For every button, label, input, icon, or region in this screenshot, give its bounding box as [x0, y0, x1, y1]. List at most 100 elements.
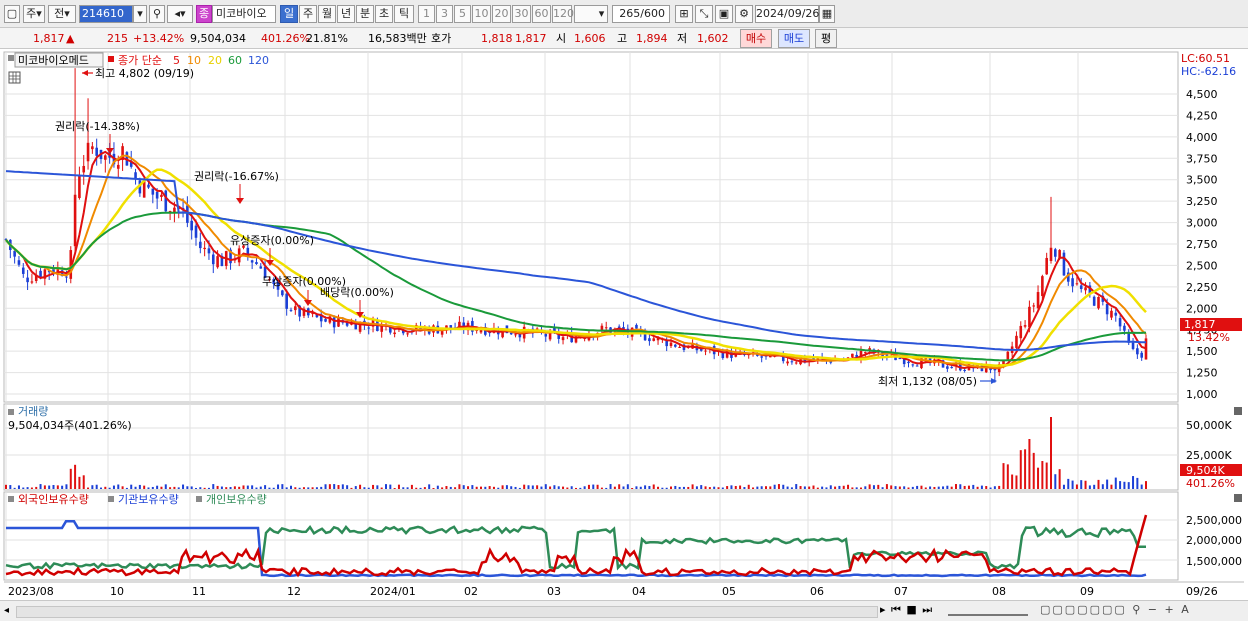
window-icon[interactable]: ▢ [4, 5, 20, 23]
panel-close-icon[interactable] [1234, 407, 1242, 415]
volume-title: 거래량 [18, 405, 48, 418]
volume-bar [212, 484, 215, 489]
avg-button[interactable]: 평 [815, 29, 837, 48]
high-label: 고 [617, 32, 628, 45]
volume-bar [1084, 480, 1087, 489]
volume-bar [980, 485, 983, 489]
prev-select[interactable]: 전▾ [48, 5, 76, 23]
period-year[interactable]: 년 [337, 5, 355, 23]
playback-controls[interactable]: ▸ ⏮ ■ ⏭ [880, 603, 940, 619]
gear-icon[interactable]: ⚙ [735, 5, 753, 23]
volume-bar [739, 485, 742, 489]
volume-bar [644, 485, 647, 489]
volume-bar [281, 484, 284, 489]
volume-bar [799, 486, 802, 489]
volume-bar [631, 487, 634, 489]
volume-bar [773, 484, 776, 489]
period-week[interactable]: 주 [299, 5, 317, 23]
stock-code-input[interactable]: 214610 [79, 5, 133, 23]
panel-menu-icon[interactable] [8, 496, 14, 502]
candle-body [1071, 278, 1074, 287]
volume-bar [838, 485, 841, 489]
interval-20[interactable]: 20 [492, 5, 511, 23]
volume-bar [1123, 481, 1126, 489]
holdings-tick-2000000: 2,000,000 [1186, 534, 1242, 547]
volume-bar [259, 486, 262, 489]
zoom-slider[interactable] [948, 606, 1028, 616]
candle-body [73, 194, 77, 247]
period-month[interactable]: 월 [318, 5, 336, 23]
candle-body [186, 205, 189, 223]
save-icon[interactable]: ▣ [715, 5, 733, 23]
period-minute[interactable]: 분 [356, 5, 374, 23]
volume-bar [492, 486, 495, 489]
period-second[interactable]: 초 [375, 5, 393, 23]
market-select[interactable]: 주▾ [23, 5, 45, 23]
volume-bar [777, 484, 780, 489]
volume-bar [661, 487, 664, 489]
candle-body [915, 365, 919, 367]
price-tick: 1,500 [1186, 345, 1218, 358]
candle-type-icon[interactable]: ⊞ [675, 5, 693, 23]
interval-30[interactable]: 30 [512, 5, 531, 23]
date-tick: 10 [110, 585, 124, 598]
calendar-icon[interactable]: ▦ [819, 5, 835, 23]
price-tick: 3,000 [1186, 217, 1218, 230]
candle-body [199, 241, 202, 249]
code-dropdown-icon[interactable]: ▾ [133, 5, 147, 23]
date-axis-end: 09/26 [1186, 585, 1218, 598]
sound-icon[interactable]: ◂▾ [167, 5, 193, 23]
volume-bar [717, 487, 720, 489]
candle-body [82, 165, 86, 173]
interval-120[interactable]: 120 [552, 5, 574, 23]
volume-bar [441, 487, 444, 489]
volume-bar [1002, 463, 1005, 489]
price-tick: 4,500 [1186, 88, 1218, 101]
volume-bar [687, 486, 690, 489]
interval-60[interactable]: 60 [532, 5, 551, 23]
volume-bar [726, 486, 729, 489]
sell-button[interactable]: 매도 [778, 29, 810, 48]
candle-body [911, 364, 915, 366]
period-day[interactable]: 일 [280, 5, 298, 23]
open-price: 1,606 [574, 32, 606, 45]
stock-label: 미코바이오메드 [18, 54, 89, 67]
volume-bar [151, 486, 154, 489]
volume-bar [557, 486, 560, 489]
panel-close-icon[interactable] [1234, 494, 1242, 502]
volume-bar [1097, 479, 1100, 489]
volume-bar [246, 485, 249, 489]
panel-menu-icon[interactable] [8, 55, 14, 61]
interval-5[interactable]: 5 [454, 5, 471, 23]
trade-amount: 16,583백만 [368, 32, 427, 45]
table-icon[interactable] [8, 71, 21, 84]
candle-body [211, 254, 215, 265]
buy-button[interactable]: 매수 [740, 29, 772, 48]
volume-bar [35, 486, 38, 489]
interval-dropdown-icon[interactable]: ▾ [596, 5, 608, 23]
price-change: 215 [107, 32, 128, 45]
volume-bar [432, 487, 435, 489]
period-tick[interactable]: 틱 [394, 5, 414, 23]
candle-body [509, 332, 513, 335]
volume-bar [885, 484, 888, 489]
date-input[interactable]: 2024/09/26 [755, 5, 819, 23]
interval-3[interactable]: 3 [436, 5, 453, 23]
scroll-left-icon[interactable]: ◂ [4, 605, 14, 617]
crosshair-icon[interactable]: ⤡ [695, 5, 713, 23]
scrollbar-track[interactable] [16, 606, 878, 618]
stock-chart[interactable]: 미코바이오메드 종가 단순 5 10 20 60 120 최고 4,802 (0… [0, 50, 1248, 600]
volume-bar [549, 486, 552, 489]
count-input[interactable]: 265/600 [612, 5, 670, 23]
volume-bar [272, 487, 275, 489]
interval-1[interactable]: 1 [418, 5, 435, 23]
volume-bar [1024, 449, 1027, 489]
volume-bar [346, 485, 349, 489]
chart-tools-icons[interactable]: ▢▢▢▢▢▢▢ ⚲ − + A [1040, 603, 1240, 619]
volume-bar [65, 484, 68, 489]
search-icon[interactable]: ⚲ [149, 5, 165, 23]
volume-bar [251, 485, 254, 489]
interval-10[interactable]: 10 [472, 5, 491, 23]
volume-bar [985, 486, 988, 489]
panel-menu-icon[interactable] [8, 409, 14, 415]
